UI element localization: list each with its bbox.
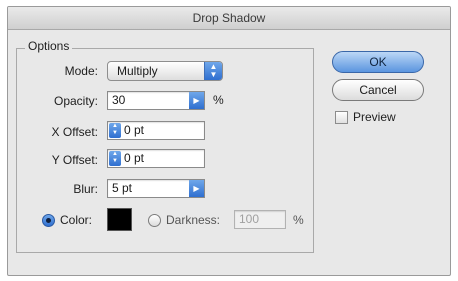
x-offset-field[interactable]: ▲ ▼ 0 pt	[107, 121, 205, 140]
dialog-title: Drop Shadow	[8, 7, 450, 30]
color-label: Color:	[60, 213, 93, 227]
y-offset-stepper-icon[interactable]: ▲ ▼	[109, 151, 121, 166]
options-legend: Options	[25, 39, 73, 53]
x-offset-value: 0 pt	[124, 123, 145, 137]
darkness-value: 100	[239, 212, 260, 226]
y-offset-value: 0 pt	[124, 151, 145, 165]
x-offset-stepper-icon[interactable]: ▲ ▼	[109, 123, 121, 138]
darkness-radio[interactable]	[148, 214, 161, 227]
preview-checkbox[interactable]	[335, 111, 348, 124]
color-radio[interactable]	[42, 214, 55, 227]
mode-label: Mode:	[64, 64, 98, 78]
opacity-unit: %	[213, 93, 224, 107]
mode-value: Multiply	[117, 64, 158, 78]
blur-dropdown-icon[interactable]: ▶	[189, 180, 204, 197]
y-offset-field[interactable]: ▲ ▼ 0 pt	[107, 149, 205, 168]
preview-label: Preview	[353, 110, 396, 124]
darkness-unit: %	[293, 213, 304, 227]
ok-button[interactable]: OK	[332, 51, 424, 73]
popup-arrows-icon: ▲ ▼	[204, 62, 222, 80]
blur-label: Blur:	[73, 182, 98, 196]
opacity-value: 30	[112, 93, 126, 107]
opacity-label: Opacity:	[53, 94, 98, 108]
darkness-field[interactable]: 100	[234, 210, 286, 229]
darkness-label: Darkness:	[166, 213, 221, 227]
y-offset-label: Y Offset:	[51, 153, 98, 167]
color-swatch[interactable]	[107, 208, 132, 231]
x-offset-label: X Offset:	[51, 125, 98, 139]
opacity-dropdown-icon[interactable]: ▶	[189, 92, 204, 109]
blur-value: 5 pt	[112, 181, 133, 195]
opacity-combo[interactable]: 30 ▶	[107, 91, 205, 110]
cancel-button[interactable]: Cancel	[332, 79, 424, 101]
blur-combo[interactable]: 5 pt ▶	[107, 179, 205, 198]
mode-popup[interactable]: Multiply ▲ ▼	[107, 61, 223, 81]
